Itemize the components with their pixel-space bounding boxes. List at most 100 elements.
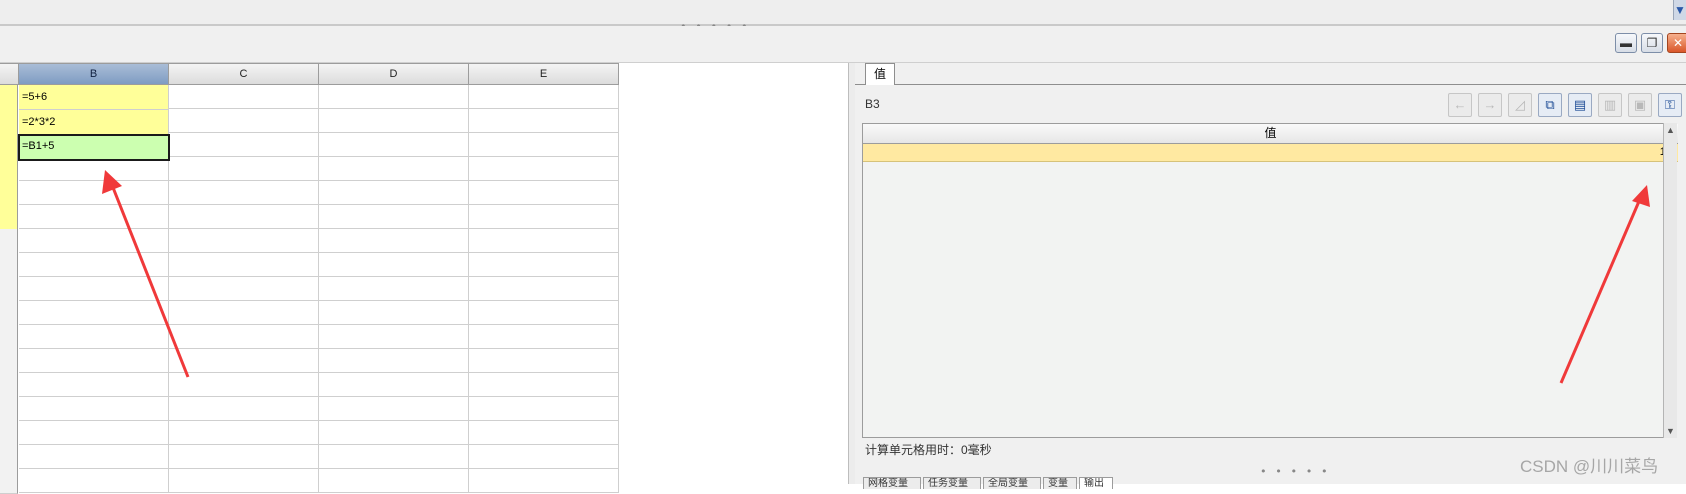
- chart-icon[interactable]: ▥: [1598, 93, 1622, 117]
- tab-value[interactable]: 值: [865, 63, 895, 85]
- grid-cell[interactable]: [319, 421, 469, 445]
- grid-cell[interactable]: [19, 301, 169, 325]
- tab-vars[interactable]: 变量: [1043, 477, 1077, 489]
- column-header-b[interactable]: B: [19, 63, 169, 85]
- grid-cell[interactable]: [319, 301, 469, 325]
- row-header[interactable]: [0, 373, 18, 398]
- row-header[interactable]: [0, 349, 18, 374]
- grid-cell[interactable]: [19, 469, 169, 493]
- grid-cell[interactable]: [169, 301, 319, 325]
- grid-cell[interactable]: [169, 205, 319, 229]
- cell-b2[interactable]: =2*3*2: [19, 110, 169, 135]
- row-header[interactable]: [0, 421, 18, 446]
- row-header[interactable]: [0, 325, 18, 350]
- row-header[interactable]: [0, 205, 18, 230]
- grid-cell[interactable]: [319, 85, 469, 109]
- grid-cell[interactable]: [469, 469, 619, 493]
- grid-cell[interactable]: [469, 421, 619, 445]
- paste-icon[interactable]: ▣: [1628, 93, 1652, 117]
- scroll-up-icon[interactable]: ▲: [1664, 123, 1677, 137]
- grid-cell[interactable]: [319, 229, 469, 253]
- grid-cell[interactable]: [319, 109, 469, 133]
- grid-cell[interactable]: [19, 325, 169, 349]
- grid-cell[interactable]: [469, 397, 619, 421]
- column-header-d[interactable]: D: [319, 63, 469, 85]
- value-column-header[interactable]: 值: [863, 124, 1678, 144]
- grid-cell[interactable]: [19, 397, 169, 421]
- vertical-scrollbar[interactable]: ▲ ▼: [1663, 123, 1677, 438]
- grid-cell[interactable]: [169, 109, 319, 133]
- tab-task-vars[interactable]: 任务变量: [923, 477, 981, 489]
- clear-icon[interactable]: ◿: [1508, 93, 1532, 117]
- row-header[interactable]: [0, 469, 18, 494]
- value-row[interactable]: 16: [863, 144, 1678, 162]
- grid-cell[interactable]: [469, 157, 619, 181]
- arrow-right-icon[interactable]: →: [1478, 93, 1502, 117]
- grid-cell[interactable]: [319, 373, 469, 397]
- tab-output[interactable]: 输出: [1079, 477, 1113, 489]
- grid-cell[interactable]: [469, 85, 619, 109]
- grid-cell[interactable]: [319, 181, 469, 205]
- grid-cell[interactable]: [19, 373, 169, 397]
- grid-cell[interactable]: [169, 85, 319, 109]
- grid-cell[interactable]: [169, 229, 319, 253]
- close-button[interactable]: ✕: [1667, 33, 1686, 53]
- grid-cell[interactable]: [319, 133, 469, 157]
- row-header-corner[interactable]: [0, 63, 19, 85]
- grid-cell[interactable]: [19, 445, 169, 469]
- row-header[interactable]: [0, 229, 18, 254]
- row-header[interactable]: [0, 253, 18, 278]
- grid-cell[interactable]: [319, 253, 469, 277]
- vertical-splitter[interactable]: [848, 63, 855, 484]
- row-header[interactable]: [0, 85, 18, 110]
- grid-cell[interactable]: [19, 421, 169, 445]
- copy-icon[interactable]: ⧉: [1538, 93, 1562, 117]
- grid-cell[interactable]: [19, 349, 169, 373]
- row-header[interactable]: [0, 445, 18, 470]
- grid-cell[interactable]: [469, 229, 619, 253]
- grid-cell[interactable]: [469, 277, 619, 301]
- grid-cell[interactable]: [169, 373, 319, 397]
- grid-cell[interactable]: [469, 373, 619, 397]
- row-header[interactable]: [0, 277, 18, 302]
- row-header[interactable]: [0, 181, 18, 206]
- grid-cell[interactable]: [319, 397, 469, 421]
- panel-splitter-grip-icon[interactable]: • • • • •: [1260, 466, 1329, 477]
- grid-cell[interactable]: [319, 325, 469, 349]
- grid-cell[interactable]: [169, 157, 319, 181]
- tab-grid-vars[interactable]: 网格变量: [863, 477, 921, 489]
- grid-cell[interactable]: [169, 421, 319, 445]
- row-header[interactable]: [0, 157, 18, 182]
- table-icon[interactable]: ▤: [1568, 93, 1592, 117]
- grid-cell[interactable]: [19, 253, 169, 277]
- grid-cell[interactable]: [469, 301, 619, 325]
- grid-cell[interactable]: [469, 109, 619, 133]
- grid-cell[interactable]: [169, 445, 319, 469]
- grid-cell[interactable]: [469, 205, 619, 229]
- grid-cell[interactable]: [19, 229, 169, 253]
- grid-cell[interactable]: [469, 253, 619, 277]
- grid-cell[interactable]: [169, 133, 319, 157]
- grid-cell[interactable]: [469, 445, 619, 469]
- grid-cell[interactable]: [469, 349, 619, 373]
- grid-cell[interactable]: [319, 277, 469, 301]
- grid-cell[interactable]: [19, 277, 169, 301]
- grid-cell[interactable]: [169, 325, 319, 349]
- minimize-button[interactable]: ▬: [1615, 33, 1637, 53]
- grid-cell[interactable]: [169, 277, 319, 301]
- grid-cell[interactable]: [319, 349, 469, 373]
- grid-cell[interactable]: [469, 325, 619, 349]
- grid-cell[interactable]: [169, 253, 319, 277]
- row-header[interactable]: [0, 109, 18, 134]
- grid-cell[interactable]: [19, 181, 169, 205]
- grid-cell[interactable]: [169, 181, 319, 205]
- cell-b1[interactable]: =5+6: [19, 85, 169, 110]
- grid-cell[interactable]: [169, 397, 319, 421]
- scroll-down-icon[interactable]: ▼: [1664, 424, 1677, 438]
- grid-cell[interactable]: [469, 133, 619, 157]
- cell-b3-active[interactable]: =B1+5: [18, 134, 170, 161]
- scroll-down-arrow-icon[interactable]: ▼: [1673, 0, 1686, 20]
- row-header[interactable]: [0, 397, 18, 422]
- row-header[interactable]: [0, 133, 18, 158]
- tab-global-vars[interactable]: 全局变量: [983, 477, 1041, 489]
